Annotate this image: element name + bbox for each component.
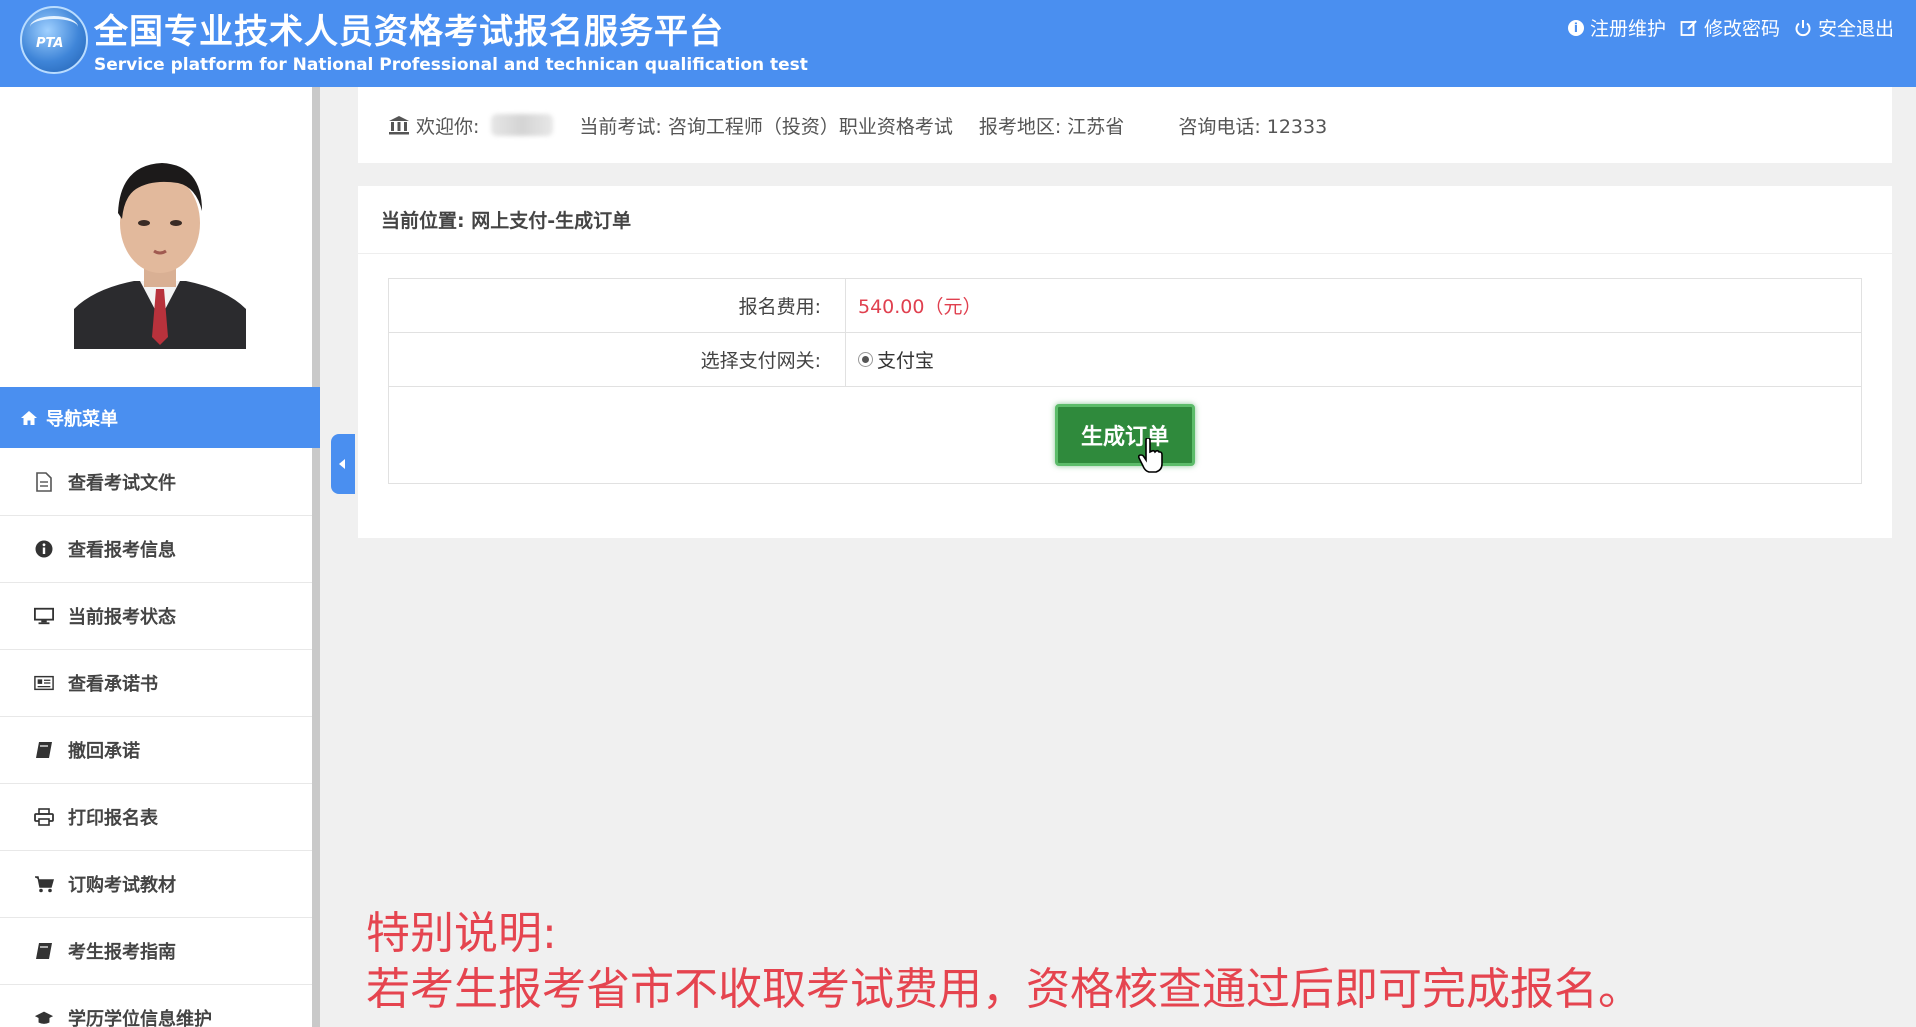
- user-name-blurred: [491, 114, 554, 136]
- fee-row: 报名费用: 540.00（元）: [389, 279, 1861, 333]
- top-header: 全国专业技术人员资格考试报名服务平台 Service platform for …: [0, 0, 1916, 87]
- notice-body: 若考生报考省市不收取考试费用，资格核查通过后即可完成报名。: [366, 964, 1642, 1015]
- nav-item-label: 打印报名表: [68, 808, 158, 829]
- nav-menu-header: 导航菜单: [0, 387, 320, 448]
- book-icon: [34, 740, 54, 760]
- nav-item-commitment[interactable]: 查看承诺书: [0, 650, 312, 717]
- nav-item-exam-guide[interactable]: 考生报考指南: [0, 918, 312, 985]
- bank-icon: [389, 116, 409, 135]
- print-icon: [34, 807, 54, 827]
- pta-logo: [20, 6, 88, 74]
- alipay-label[interactable]: 支付宝: [877, 346, 934, 373]
- nav-item-current-status[interactable]: 当前报考状态: [0, 583, 312, 650]
- nav-item-label: 订购考试教材: [68, 875, 176, 896]
- gateway-label: 选择支付网关:: [389, 333, 846, 386]
- nav-item-degree-info[interactable]: 学历学位信息维护: [0, 985, 312, 1027]
- hand-cursor-icon: [1138, 438, 1163, 473]
- change-password-label: 修改密码: [1703, 18, 1780, 40]
- nav-item-label: 考生报考指南: [68, 942, 176, 963]
- current-exam: 当前考试: 咨询工程师（投资）职业资格考试: [579, 115, 953, 138]
- cart-icon: [34, 874, 54, 894]
- nav-item-label: 查看考试文件: [68, 473, 176, 494]
- button-row: 生成订单: [389, 387, 1861, 483]
- home-icon: [21, 410, 37, 425]
- power-icon: [1795, 19, 1811, 36]
- payment-panel: 当前位置: 网上支付-生成订单 报名费用: 540.00（元） 选择支付网关: …: [358, 186, 1892, 538]
- nav-item-print-form[interactable]: 打印报名表: [0, 784, 312, 851]
- top-links: i 注册维护 修改密码 安全退出: [1567, 14, 1894, 41]
- gateway-options: 支付宝: [846, 333, 1861, 386]
- newspaper-icon: [34, 673, 54, 693]
- order-form: 报名费用: 540.00（元） 选择支付网关: 支付宝 生成订单: [388, 278, 1862, 484]
- welcome-label: 欢迎你:: [416, 115, 480, 138]
- exam-region: 报考地区: 江苏省: [978, 115, 1125, 138]
- nav-item-withdraw-commitment[interactable]: 撤回承诺: [0, 717, 312, 784]
- special-notice: 特别说明: 若考生报考省市不收取考试费用，资格核查通过后即可完成报名。: [366, 906, 1642, 1018]
- nav-item-order-textbooks[interactable]: 订购考试教材: [0, 851, 312, 918]
- book-icon: [34, 941, 54, 961]
- site-subtitle: Service platform for National Profession…: [94, 55, 808, 75]
- sidebar: 导航菜单 查看考试文件 查看报考信息 当前报考状态 查看承诺书 撤回承诺 打印报…: [0, 87, 320, 1027]
- register-maintain-label: 注册维护: [1589, 18, 1666, 40]
- gateway-row: 选择支付网关: 支付宝: [389, 333, 1861, 387]
- notice-title: 特别说明:: [366, 908, 557, 959]
- nav-item-label: 当前报考状态: [68, 607, 176, 628]
- welcome-item: 欢迎你:: [388, 112, 554, 139]
- alipay-radio[interactable]: [858, 352, 873, 367]
- logout-label: 安全退出: [1817, 18, 1894, 40]
- breadcrumb: 当前位置: 网上支付-生成订单: [358, 186, 1892, 254]
- nav-item-label: 学历学位信息维护: [68, 1009, 212, 1027]
- logout-link[interactable]: 安全退出: [1794, 14, 1894, 41]
- edit-icon: [1680, 19, 1697, 36]
- generate-order-button[interactable]: 生成订单: [1055, 404, 1195, 466]
- graduation-cap-icon: [34, 1008, 54, 1027]
- nav-item-label: 查看承诺书: [68, 674, 158, 695]
- nav-item-exam-info[interactable]: 查看报考信息: [0, 516, 312, 583]
- nav-menu-label: 导航菜单: [46, 408, 118, 430]
- change-password-link[interactable]: 修改密码: [1680, 14, 1780, 41]
- nav-item-label: 撤回承诺: [68, 741, 140, 762]
- site-title: 全国专业技术人员资格考试报名服务平台: [94, 12, 724, 52]
- nav-list: 查看考试文件 查看报考信息 当前报考状态 查看承诺书 撤回承诺 打印报名表 订购…: [0, 449, 312, 1027]
- nav-item-exam-files[interactable]: 查看考试文件: [0, 449, 312, 516]
- document-icon: [34, 472, 54, 492]
- user-info-bar: 欢迎你: 当前考试: 咨询工程师（投资）职业资格考试 报考地区: 江苏省 咨询电…: [358, 87, 1892, 163]
- hotline: 咨询电话: 12333: [1178, 115, 1328, 138]
- monitor-icon: [34, 606, 54, 626]
- avatar: [74, 149, 246, 349]
- info-icon: [34, 539, 54, 559]
- register-maintain-link[interactable]: i 注册维护: [1567, 14, 1666, 41]
- fee-label: 报名费用:: [389, 279, 846, 332]
- nav-item-label: 查看报考信息: [68, 540, 176, 561]
- sidebar-collapse-toggle[interactable]: [331, 434, 355, 494]
- fee-value: 540.00（元）: [858, 296, 982, 318]
- info-icon: i: [1567, 19, 1584, 36]
